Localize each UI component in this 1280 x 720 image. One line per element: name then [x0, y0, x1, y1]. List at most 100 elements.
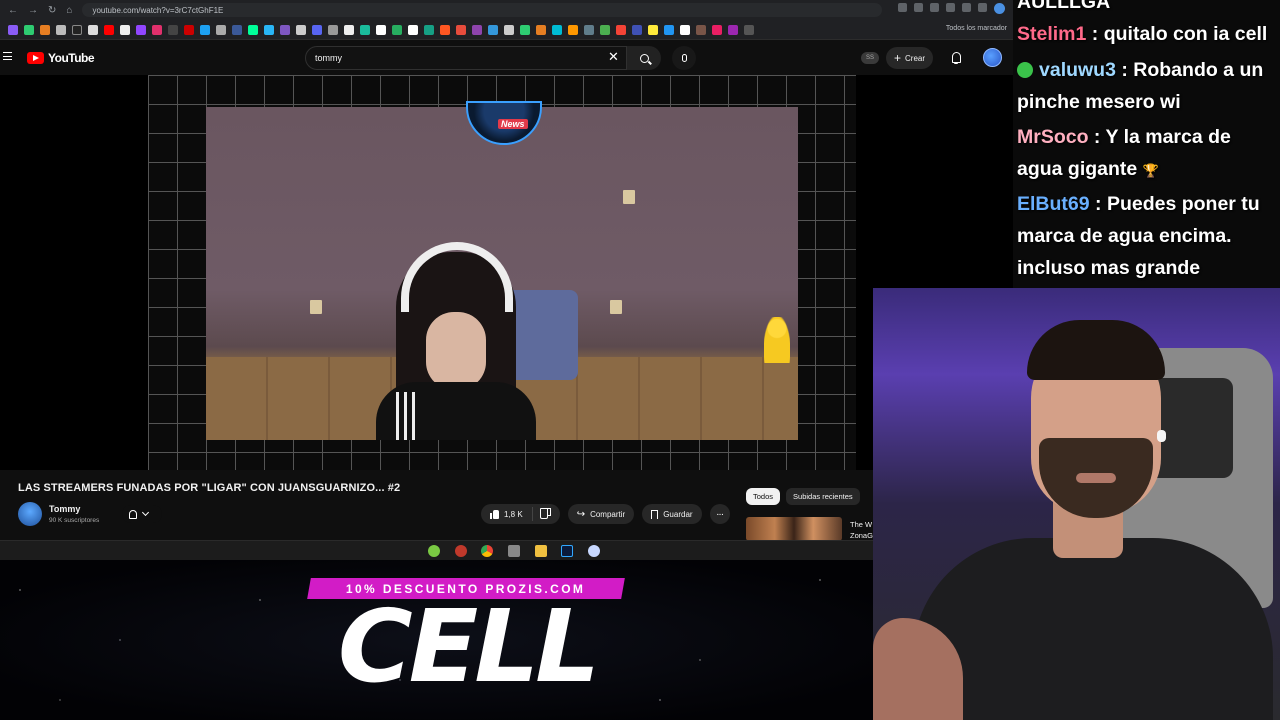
bookmark-icon[interactable]: [536, 24, 546, 35]
taskbar-app-icon[interactable]: [455, 545, 467, 557]
taskbar-app-icon[interactable]: [428, 545, 440, 557]
youtube-logo[interactable]: YouTube: [27, 51, 95, 65]
extension-icon[interactable]: [962, 3, 971, 12]
bookmark-icon[interactable]: [152, 24, 162, 35]
bookmark-icon[interactable]: [120, 24, 130, 35]
bookmark-icon[interactable]: [328, 24, 338, 35]
bookmark-icon[interactable]: [312, 24, 322, 35]
bookmark-icon[interactable]: [488, 24, 498, 35]
home-icon[interactable]: ⌂: [66, 5, 72, 16]
bookmark-icon[interactable]: [216, 24, 226, 35]
search-button[interactable]: [627, 46, 661, 70]
bookmark-icon[interactable]: [440, 24, 450, 35]
bookmark-icon[interactable]: [72, 24, 82, 35]
bookmark-icon[interactable]: [696, 24, 706, 35]
extension-badge[interactable]: SS: [861, 52, 879, 64]
create-button[interactable]: + Crear: [886, 47, 934, 69]
bookmark-icon[interactable]: [136, 24, 146, 35]
bookmark-icon[interactable]: [728, 24, 738, 35]
bookmark-icon[interactable]: [200, 24, 210, 35]
reload-icon[interactable]: ↻: [48, 5, 56, 16]
chat-text: : quitalo con ia cell: [1086, 23, 1268, 45]
bookmark-icon[interactable]: [376, 24, 386, 35]
recommended-video-title[interactable]: The W ZonaG: [850, 519, 873, 541]
more-actions-button[interactable]: ···: [709, 504, 730, 524]
bookmark-icon[interactable]: [504, 24, 514, 35]
bookmark-icon[interactable]: [408, 24, 418, 35]
bookmark-icon[interactable]: [296, 24, 306, 35]
save-button[interactable]: Guardar: [642, 504, 702, 524]
youtube-header: YouTube tommy ✕ SS + Crear: [0, 41, 1013, 75]
url-field[interactable]: youtube.com/watch?v=3rC7ctGhF1E: [82, 3, 883, 17]
bookmark-icon[interactable]: [104, 24, 114, 35]
extension-icon[interactable]: [946, 3, 955, 12]
bell-icon: [129, 509, 137, 519]
account-avatar[interactable]: [983, 48, 1002, 67]
share-button[interactable]: ↪ Compartir: [567, 504, 635, 524]
folder-icon[interactable]: [535, 545, 547, 557]
forward-icon[interactable]: →: [28, 5, 38, 16]
bookmark-icon[interactable]: [232, 24, 242, 35]
bookmark-icon[interactable]: [424, 24, 434, 35]
bookmark-icon[interactable]: [168, 24, 178, 35]
bookmark-icon[interactable]: [360, 24, 370, 35]
bookmark-icon[interactable]: [40, 24, 50, 35]
channel-avatar[interactable]: [18, 502, 42, 526]
all-bookmarks-link[interactable]: Todos los marcador: [946, 25, 1007, 32]
like-button[interactable]: 1,8 K: [481, 507, 533, 521]
search-input[interactable]: tommy: [305, 46, 627, 70]
bookmark-icon[interactable]: [472, 24, 482, 35]
bookmark-icon[interactable]: [456, 24, 466, 35]
bookmark-icon[interactable]: [680, 24, 690, 35]
back-icon[interactable]: ←: [8, 5, 18, 16]
chip-all[interactable]: Todos: [746, 488, 781, 505]
subscription-bell-button[interactable]: [122, 505, 162, 523]
taskbar-app-icon[interactable]: [508, 545, 520, 557]
video-content[interactable]: [206, 107, 798, 440]
dislike-button[interactable]: [533, 510, 560, 519]
bookmark-icon[interactable]: [392, 24, 402, 35]
bookmark-icon[interactable]: [600, 24, 610, 35]
bookmark-icon[interactable]: [56, 24, 66, 35]
create-label: Crear: [905, 53, 926, 63]
bookmark-icon[interactable]: [712, 24, 722, 35]
extension-icon[interactable]: [898, 3, 907, 12]
bookmark-icon[interactable]: [616, 24, 626, 35]
bookmark-icon[interactable]: [264, 24, 274, 35]
recommended-video-thumbnail[interactable]: [746, 517, 842, 541]
bookmark-icon[interactable]: [280, 24, 290, 35]
channel-name[interactable]: Tommy: [49, 504, 80, 514]
stripe: [412, 392, 415, 440]
extension-icon[interactable]: [978, 3, 987, 12]
bookmark-icon[interactable]: [344, 24, 354, 35]
extension-icon[interactable]: [930, 3, 939, 12]
bookmark-icon[interactable]: [568, 24, 578, 35]
chat-text: : Y la marca de: [1088, 126, 1231, 148]
taskbar-app-icon[interactable]: [588, 545, 600, 557]
bookmark-icon[interactable]: [184, 24, 194, 35]
bookmark-icon[interactable]: [744, 24, 754, 35]
bookmark-icon[interactable]: [584, 24, 594, 35]
bookmark-icon[interactable]: [632, 24, 642, 35]
bookmark-icon[interactable]: [520, 24, 530, 35]
bookmark-icon[interactable]: [552, 24, 562, 35]
chip-recent-uploads[interactable]: Subidas recientes: [786, 488, 860, 505]
streamer-name-overlay: CELL: [337, 588, 600, 705]
news-label: News: [498, 119, 528, 129]
notifications-icon[interactable]: [951, 52, 962, 64]
bookmark-icon[interactable]: [88, 24, 98, 35]
bookmark-icon[interactable]: [248, 24, 258, 35]
chat-badge-icon: [1017, 62, 1033, 78]
menu-icon[interactable]: [3, 52, 12, 60]
bookmark-icon[interactable]: [8, 24, 18, 35]
wall-outlet: [623, 190, 635, 204]
extension-icon[interactable]: [914, 3, 923, 12]
bookmark-icon[interactable]: [664, 24, 674, 35]
chrome-icon[interactable]: [481, 545, 493, 557]
clear-search-icon[interactable]: ✕: [608, 50, 619, 64]
bookmark-icon[interactable]: [24, 24, 34, 35]
voice-search-button[interactable]: [672, 46, 696, 70]
profile-icon[interactable]: [994, 3, 1005, 14]
photoshop-icon[interactable]: [561, 545, 573, 557]
bookmark-icon[interactable]: [648, 24, 658, 35]
